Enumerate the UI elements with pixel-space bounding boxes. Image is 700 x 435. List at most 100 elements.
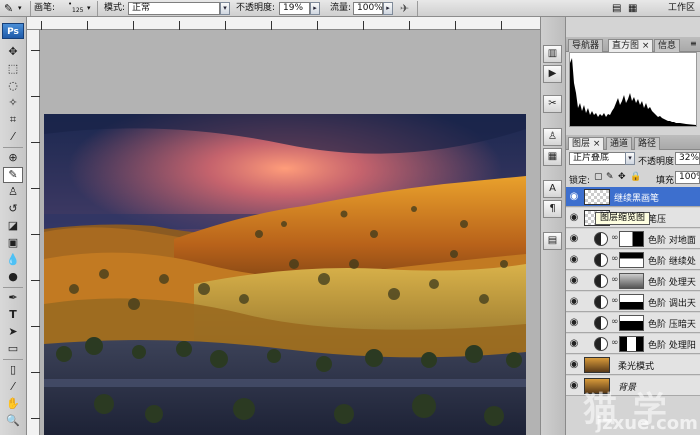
move-tool-icon[interactable]: ✥ [3, 44, 23, 60]
layer-name[interactable]: 色阶 对地面 [648, 233, 700, 246]
panel-menu-icon[interactable]: ≡ [690, 39, 697, 48]
layer-row[interactable]: ◉ ∞ 色阶 处理天 [566, 271, 700, 291]
type-tool-icon[interactable]: T [3, 307, 23, 323]
layer-name[interactable]: 色阶 继续处 [648, 254, 700, 267]
layer-thumbnail[interactable] [584, 357, 610, 373]
link-chain-icon[interactable]: ∞ [611, 233, 619, 243]
layer-row[interactable]: ◉ ∞ 色阶 继续处 [566, 250, 700, 270]
visibility-eye-icon[interactable]: ◉ [568, 212, 580, 224]
layer-row[interactable]: ◉ ∞ 色阶 处理阳 [566, 334, 700, 354]
blur-tool-icon[interactable]: 💧 [3, 252, 23, 268]
link-chain-icon[interactable]: ∞ [611, 317, 619, 327]
layer-name[interactable]: 继续黑画笔 [614, 191, 700, 204]
blend-mode-select[interactable]: 正片叠底 [569, 152, 626, 165]
tab-info[interactable]: 信息 [654, 39, 681, 52]
link-chain-icon[interactable]: ∞ [611, 254, 619, 264]
layer-mask-thumbnail[interactable] [619, 294, 644, 310]
visibility-eye-icon[interactable]: ◉ [568, 317, 580, 329]
layer-mask-thumbnail[interactable] [619, 252, 644, 268]
dropdown-arrow-icon[interactable]: ▾ [18, 2, 22, 15]
clone-stamp-tool-icon[interactable]: ♙ [3, 184, 23, 200]
link-chain-icon[interactable]: ∞ [611, 296, 619, 306]
shape-tool-icon[interactable]: ▭ [3, 341, 23, 357]
tab-layers[interactable]: 图层 × [568, 137, 605, 150]
brush-tool-icon[interactable]: ✎ [3, 167, 23, 183]
layer-name[interactable]: 色阶 压暗天 [648, 317, 700, 330]
layer-opacity-input[interactable]: 32% [675, 152, 700, 165]
gradient-tool-icon[interactable]: ▣ [3, 235, 23, 251]
visibility-eye-icon[interactable]: ◉ [568, 233, 580, 245]
mode-dropdown-icon[interactable]: ▾ [220, 2, 230, 15]
history-panel-icon[interactable]: ▥ [543, 45, 562, 63]
layer-row[interactable]: ◉ ∞ 色阶 调出天 [566, 292, 700, 312]
tab-navigator[interactable]: 导航器 [568, 39, 604, 52]
visibility-eye-icon[interactable]: ◉ [568, 380, 580, 392]
airbrush-icon[interactable]: ✈ [400, 2, 409, 15]
dodge-tool-icon[interactable]: ● [3, 269, 23, 285]
lock-position-icon[interactable]: ✥ [618, 172, 626, 182]
visibility-eye-icon[interactable]: ◉ [568, 254, 580, 266]
tools-preset-icon[interactable]: ✂ [543, 95, 562, 113]
layer-row[interactable]: ◉ 柔光模式 [566, 355, 700, 375]
healing-brush-tool-icon[interactable]: ⊕ [3, 150, 23, 166]
document-image[interactable] [44, 114, 526, 435]
magic-wand-tool-icon[interactable]: ✧ [3, 95, 23, 111]
eyedropper-tool-icon[interactable]: ⁄ [3, 129, 23, 145]
layer-row[interactable]: ◉ ∞ 色阶 压暗天 [566, 313, 700, 333]
layer-name[interactable]: 色阶 调出天 [648, 296, 700, 309]
flow-slider-icon[interactable]: ▸ [383, 2, 393, 15]
layer-thumbnail[interactable] [584, 189, 610, 205]
layer-mask-thumbnail[interactable] [619, 336, 644, 352]
layer-row[interactable]: ◉ ∞ 色阶 对地面 [566, 229, 700, 249]
visibility-eye-icon[interactable]: ◉ [568, 359, 580, 371]
workspace-label[interactable]: 工作区 [668, 2, 695, 15]
layer-name[interactable]: 色阶 处理天 [648, 275, 700, 288]
layer-mask-thumbnail[interactable] [619, 231, 644, 247]
path-selection-tool-icon[interactable]: ➤ [3, 324, 23, 340]
history-brush-tool-icon[interactable]: ↺ [3, 201, 23, 217]
brushes-panel-icon[interactable]: ▤ [612, 2, 621, 15]
zoom-tool-icon[interactable]: 🔍 [3, 413, 23, 429]
tool-presets-icon[interactable]: ▦ [628, 2, 637, 15]
layer-comps-icon[interactable]: ▤ [543, 232, 562, 250]
tab-histogram[interactable]: 直方图 × [608, 39, 654, 52]
layer-name[interactable]: 柔光模式 [618, 359, 700, 372]
flow-input[interactable]: 100% [353, 2, 383, 15]
lock-transparent-icon[interactable]: ▢ [594, 172, 603, 182]
layer-name[interactable]: 色阶 处理阳 [648, 338, 700, 351]
eraser-tool-icon[interactable]: ◪ [3, 218, 23, 234]
lock-image-icon[interactable]: ✎ [606, 172, 614, 182]
brush-picker-arrow-icon[interactable]: ▾ [87, 2, 91, 15]
mode-select[interactable]: 正常 [128, 2, 220, 15]
brush-preset-icon[interactable]: ✎ [4, 2, 13, 15]
ps-logo[interactable]: Ps [2, 23, 24, 39]
visibility-eye-icon[interactable]: ◉ [568, 275, 580, 287]
marquee-tool-icon[interactable]: ⬚ [3, 61, 23, 77]
hand-tool-icon[interactable]: ✋ [3, 396, 23, 412]
tab-paths[interactable]: 路径 [634, 137, 661, 150]
tab-channels[interactable]: 通道 [606, 137, 633, 150]
eyedropper-sample-icon[interactable]: ⁄ [3, 379, 23, 395]
character-panel-icon[interactable]: A [543, 180, 562, 198]
layer-row[interactable]: ◉ 继续黑画笔 [566, 187, 700, 207]
layer-mask-thumbnail[interactable] [619, 273, 644, 289]
visibility-eye-icon[interactable]: ◉ [568, 296, 580, 308]
fill-input[interactable]: 100% [675, 171, 700, 184]
paragraph-panel-icon[interactable]: ¶ [543, 200, 562, 218]
layer-mask-thumbnail[interactable] [619, 315, 644, 331]
opacity-slider-icon[interactable]: ▸ [310, 2, 320, 15]
notes-tool-icon[interactable]: ▯ [3, 362, 23, 378]
clone-source-icon[interactable]: ♙ [543, 128, 562, 146]
link-chain-icon[interactable]: ∞ [611, 275, 619, 285]
crop-tool-icon[interactable]: ⌗ [3, 112, 23, 128]
lock-all-icon[interactable]: 🔒 [630, 172, 641, 182]
blend-mode-dropdown-icon[interactable]: ▾ [625, 152, 635, 165]
opacity-input[interactable]: 19% [279, 2, 310, 15]
pen-tool-icon[interactable]: ✒ [3, 290, 23, 306]
visibility-eye-icon[interactable]: ◉ [568, 338, 580, 350]
visibility-eye-icon[interactable]: ◉ [568, 191, 580, 203]
actions-panel-icon[interactable]: ▶ [543, 65, 562, 83]
link-chain-icon[interactable]: ∞ [611, 338, 619, 348]
brushes-panel-dock-icon[interactable]: ▦ [543, 148, 562, 166]
lasso-tool-icon[interactable]: ◌ [3, 78, 23, 94]
